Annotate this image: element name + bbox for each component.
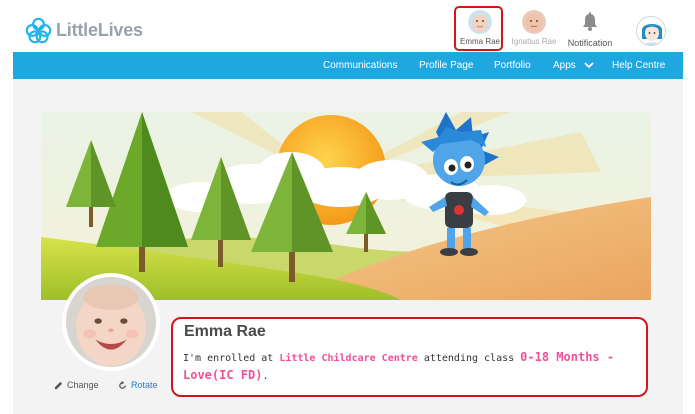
nav-communications[interactable]: Communications	[323, 60, 397, 71]
nav-portfolio[interactable]: Portfolio	[494, 60, 531, 71]
nav-profile-page[interactable]: Profile Page	[419, 60, 473, 71]
profile-info-card: Emma Rae I'm enrolled at Little Childcar…	[171, 317, 648, 397]
chevron-down-icon	[583, 62, 594, 69]
child-switch-ignatius[interactable]: Ignatius Rae	[509, 10, 559, 46]
user-avatar[interactable]	[636, 16, 666, 46]
profile-name: Emma Rae	[184, 323, 266, 340]
logo[interactable]: LittleLives	[25, 17, 143, 44]
nav-help-centre[interactable]: Help Centre	[612, 60, 665, 71]
logo-text: LittleLives	[56, 20, 143, 40]
notification-button[interactable]: Notification	[563, 12, 617, 48]
main-nav: Communications Profile Page Portfolio Ap…	[13, 52, 683, 79]
flower-icon	[25, 17, 52, 44]
top-header: LittleLives Emma Rae Ignatius Rae Notifi…	[0, 0, 695, 52]
end-text: .	[262, 371, 269, 382]
pencil-icon	[54, 381, 63, 389]
avatar	[522, 10, 546, 34]
enrollment-description: I'm enrolled at Little Childcare Centre …	[183, 349, 636, 385]
cover-banner	[41, 112, 651, 300]
rotate-photo-button[interactable]: Rotate	[118, 380, 158, 390]
nav-apps[interactable]: Apps	[553, 60, 594, 71]
profile-avatar[interactable]	[62, 273, 160, 371]
nav-apps-label: Apps	[553, 60, 576, 71]
selection-highlight	[454, 6, 503, 51]
bell-icon	[583, 12, 597, 31]
mid-text: attending class	[417, 353, 521, 364]
notification-label: Notification	[567, 38, 613, 48]
change-label: Change	[67, 380, 99, 390]
rotate-icon	[119, 380, 126, 389]
change-photo-button[interactable]: Change	[54, 380, 99, 390]
rotate-label: Rotate	[131, 380, 158, 390]
school-name: Little Childcare Centre	[279, 353, 418, 364]
child-name: Ignatius Rae	[511, 37, 557, 46]
intro-text: I'm enrolled at	[183, 353, 280, 364]
